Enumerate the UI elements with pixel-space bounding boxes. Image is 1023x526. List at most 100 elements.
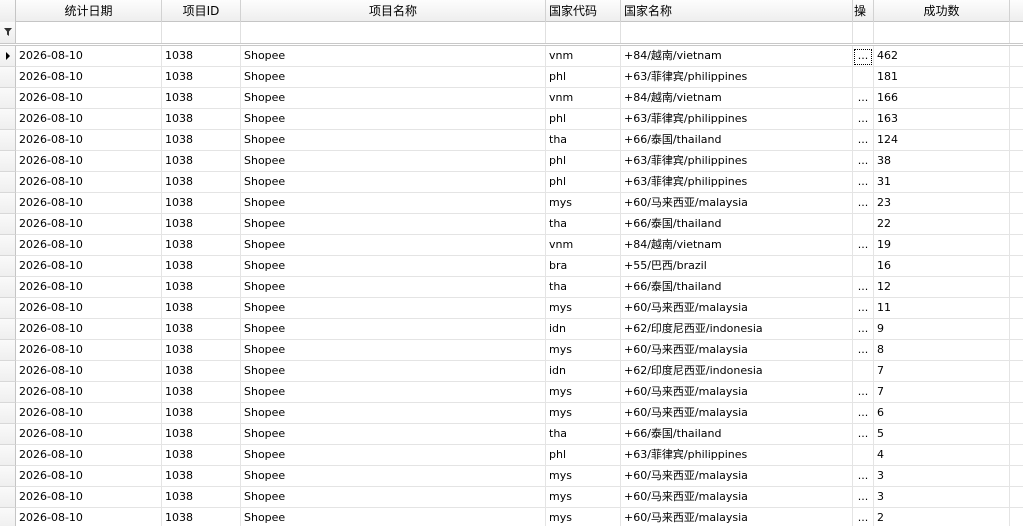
row-indicator[interactable] — [0, 466, 16, 487]
cell-action[interactable]: ... — [853, 508, 874, 526]
cell-country-name[interactable]: +63/菲律宾/philippines — [621, 445, 853, 465]
row-indicator[interactable] — [0, 214, 16, 235]
ellipsis-button[interactable] — [854, 258, 872, 274]
cell-country-code[interactable]: mys — [546, 298, 621, 318]
row-indicator[interactable] — [0, 298, 16, 319]
ellipsis-button[interactable]: ... — [854, 470, 872, 486]
cell-country-name[interactable]: +63/菲律宾/philippines — [621, 109, 853, 129]
cell-country-name[interactable]: +66/泰国/thailand — [621, 130, 853, 150]
cell-action[interactable]: ... — [853, 46, 874, 66]
cell-project-id[interactable]: 1038 — [162, 46, 241, 66]
cell-project-name[interactable]: Shopee — [241, 88, 546, 108]
cell-date[interactable]: 2026-08-10 — [16, 88, 162, 108]
cell-success-count[interactable]: 124 — [874, 130, 1010, 150]
table-row[interactable]: 2026-08-10 1038 Shopee mys +60/马来西亚/mala… — [0, 340, 1023, 361]
table-row[interactable]: 2026-08-10 1038 Shopee mys +60/马来西亚/mala… — [0, 298, 1023, 319]
cell-country-code[interactable]: tha — [546, 277, 621, 297]
cell-project-name[interactable]: Shopee — [241, 151, 546, 171]
ellipsis-button[interactable]: ... — [854, 197, 872, 213]
cell-success-count[interactable]: 9 — [874, 319, 1010, 339]
cell-date[interactable]: 2026-08-10 — [16, 109, 162, 129]
cell-date[interactable]: 2026-08-10 — [16, 382, 162, 402]
table-row[interactable]: 2026-08-10 1038 Shopee mys +60/马来西亚/mala… — [0, 487, 1023, 508]
cell-country-name[interactable]: +62/印度尼西亚/indonesia — [621, 361, 853, 381]
ellipsis-button[interactable]: ... — [854, 239, 872, 255]
ellipsis-button[interactable]: ... — [854, 49, 872, 65]
ellipsis-button[interactable]: ... — [854, 176, 872, 192]
table-row[interactable]: 2026-08-10 1038 Shopee mys +60/马来西亚/mala… — [0, 508, 1023, 526]
cell-country-name[interactable]: +60/马来西亚/malaysia — [621, 340, 853, 360]
cell-date[interactable]: 2026-08-10 — [16, 130, 162, 150]
cell-project-id[interactable]: 1038 — [162, 487, 241, 507]
cell-project-name[interactable]: Shopee — [241, 382, 546, 402]
column-header-success-count[interactable]: 成功数 — [874, 0, 1010, 22]
cell-action[interactable]: ... — [853, 298, 874, 318]
table-row[interactable]: 2026-08-10 1038 Shopee phl +63/菲律宾/phili… — [0, 172, 1023, 193]
cell-project-name[interactable]: Shopee — [241, 319, 546, 339]
cell-project-name[interactable]: Shopee — [241, 466, 546, 486]
cell-country-code[interactable]: vnm — [546, 88, 621, 108]
table-row[interactable]: 2026-08-10 1038 Shopee mys +60/马来西亚/mala… — [0, 403, 1023, 424]
cell-date[interactable]: 2026-08-10 — [16, 67, 162, 87]
cell-country-name[interactable]: +60/马来西亚/malaysia — [621, 466, 853, 486]
cell-date[interactable]: 2026-08-10 — [16, 319, 162, 339]
cell-project-id[interactable]: 1038 — [162, 277, 241, 297]
cell-action[interactable]: ... — [853, 277, 874, 297]
cell-project-name[interactable]: Shopee — [241, 340, 546, 360]
table-row[interactable]: 2026-08-10 1038 Shopee tha +66/泰国/thaila… — [0, 130, 1023, 151]
cell-country-code[interactable]: vnm — [546, 46, 621, 66]
cell-country-name[interactable]: +60/马来西亚/malaysia — [621, 403, 853, 423]
ellipsis-button[interactable]: ... — [854, 92, 872, 108]
cell-success-count[interactable]: 6 — [874, 403, 1010, 423]
cell-date[interactable]: 2026-08-10 — [16, 487, 162, 507]
column-header-country-name[interactable]: 国家名称 — [621, 0, 853, 22]
cell-project-id[interactable]: 1038 — [162, 424, 241, 444]
cell-date[interactable]: 2026-08-10 — [16, 361, 162, 381]
cell-action[interactable]: ... — [853, 424, 874, 444]
cell-success-count[interactable]: 462 — [874, 46, 1010, 66]
table-row[interactable]: 2026-08-10 1038 Shopee mys +60/马来西亚/mala… — [0, 193, 1023, 214]
cell-date[interactable]: 2026-08-10 — [16, 277, 162, 297]
table-row[interactable]: 2026-08-10 1038 Shopee vnm +84/越南/vietna… — [0, 46, 1023, 67]
row-indicator[interactable] — [0, 403, 16, 424]
cell-project-name[interactable]: Shopee — [241, 109, 546, 129]
cell-country-name[interactable]: +55/巴西/brazil — [621, 256, 853, 276]
ellipsis-button[interactable]: ... — [854, 512, 872, 526]
ellipsis-button[interactable] — [854, 447, 872, 463]
ellipsis-button[interactable]: ... — [854, 386, 872, 402]
ellipsis-button[interactable]: ... — [854, 407, 872, 423]
cell-project-name[interactable]: Shopee — [241, 256, 546, 276]
cell-country-code[interactable]: tha — [546, 214, 621, 234]
column-header-project-id[interactable]: 项目ID — [162, 0, 241, 22]
ellipsis-button[interactable]: ... — [854, 155, 872, 171]
cell-project-name[interactable]: Shopee — [241, 403, 546, 423]
ellipsis-button[interactable]: ... — [854, 491, 872, 507]
cell-country-code[interactable]: mys — [546, 508, 621, 526]
cell-project-id[interactable]: 1038 — [162, 172, 241, 192]
ellipsis-button[interactable] — [854, 69, 872, 85]
table-row[interactable]: 2026-08-10 1038 Shopee phl +63/菲律宾/phili… — [0, 445, 1023, 466]
cell-project-name[interactable]: Shopee — [241, 193, 546, 213]
ellipsis-button[interactable]: ... — [854, 113, 872, 129]
row-indicator[interactable] — [0, 67, 16, 88]
cell-project-name[interactable]: Shopee — [241, 46, 546, 66]
table-row[interactable]: 2026-08-10 1038 Shopee phl +63/菲律宾/phili… — [0, 109, 1023, 130]
cell-country-name[interactable]: +62/印度尼西亚/indonesia — [621, 319, 853, 339]
cell-project-id[interactable]: 1038 — [162, 319, 241, 339]
cell-country-name[interactable]: +60/马来西亚/malaysia — [621, 193, 853, 213]
cell-success-count[interactable]: 4 — [874, 445, 1010, 465]
cell-country-code[interactable]: bra — [546, 256, 621, 276]
cell-success-count[interactable]: 11 — [874, 298, 1010, 318]
filter-cell-country-name[interactable] — [621, 22, 853, 43]
row-indicator[interactable] — [0, 109, 16, 130]
cell-date[interactable]: 2026-08-10 — [16, 298, 162, 318]
cell-country-name[interactable]: +60/马来西亚/malaysia — [621, 508, 853, 526]
cell-date[interactable]: 2026-08-10 — [16, 466, 162, 486]
table-row[interactable]: 2026-08-10 1038 Shopee mys +60/马来西亚/mala… — [0, 382, 1023, 403]
ellipsis-button[interactable]: ... — [854, 134, 872, 150]
row-indicator[interactable] — [0, 130, 16, 151]
column-header-project-name[interactable]: 项目名称 — [241, 0, 546, 22]
cell-project-id[interactable]: 1038 — [162, 508, 241, 526]
row-indicator[interactable] — [0, 487, 16, 508]
table-row[interactable]: 2026-08-10 1038 Shopee idn +62/印度尼西亚/ind… — [0, 319, 1023, 340]
